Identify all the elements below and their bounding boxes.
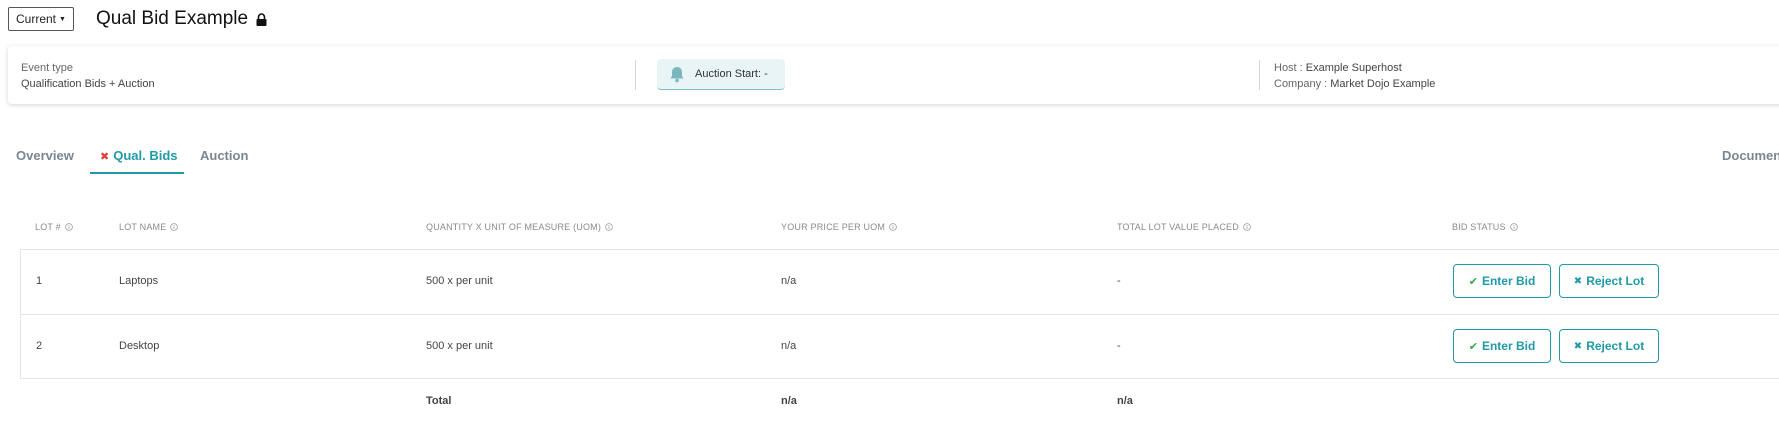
event-title: Qual Bid Example [96, 8, 267, 30]
enter-bid-button[interactable]: ✔ Enter Bid [1453, 329, 1551, 363]
column-header-quantity: QUANTITY X UNIT OF MEASURE (UOM) [426, 222, 613, 232]
info-icon[interactable] [605, 223, 613, 231]
tab-auction[interactable]: Auction [200, 148, 248, 163]
reject-lot-label: Reject Lot [1586, 274, 1645, 288]
total-value: n/a [1117, 395, 1133, 407]
lot-name: Laptops [119, 275, 159, 287]
lot-price: n/a [781, 275, 797, 287]
active-tab-indicator [90, 172, 184, 174]
info-icon[interactable] [170, 223, 179, 231]
lot-total: - [1117, 275, 1121, 287]
column-header-text: BID STATUS [1452, 222, 1506, 232]
info-icon[interactable] [889, 223, 897, 231]
company-value: Market Dojo Example [1330, 78, 1436, 90]
auction-start-badge: Auction Start: - [657, 59, 785, 90]
auction-start-label: Auction Start: - [695, 68, 768, 80]
column-header-bid-status: BID STATUS [1452, 222, 1518, 232]
event-info-card: Event type Qualification Bids + Auction … [8, 46, 1779, 104]
lot-number: 2 [36, 340, 43, 352]
tab-qual-bids-label: Qual. Bids [113, 148, 178, 163]
tab-auction-label: Auction [200, 148, 249, 163]
version-select[interactable]: Current ▼ [8, 7, 74, 31]
column-header-text: YOUR PRICE PER UOM [781, 222, 886, 232]
event-type-value: Qualification Bids + Auction [21, 78, 155, 90]
column-header-lot-name: LOT NAME [119, 222, 179, 232]
lot-quantity: 500 x per unit [426, 340, 493, 352]
host-info: Host : Example Superhost Company : Marke… [1274, 60, 1435, 92]
column-header-text: QUANTITY X UNIT OF MEASURE (UOM) [426, 222, 602, 232]
bell-icon [670, 66, 684, 82]
tab-overview[interactable]: Overview [16, 148, 74, 163]
table-row-divider [20, 249, 1779, 250]
info-icon[interactable] [1243, 223, 1251, 231]
event-type: Event type Qualification Bids + Auction [21, 60, 155, 92]
enter-bid-button[interactable]: ✔ Enter Bid [1453, 264, 1551, 298]
lot-total: - [1117, 340, 1121, 352]
tab-documents-label: Documents [1722, 148, 1779, 163]
info-icon[interactable] [65, 223, 73, 231]
reject-lot-button[interactable]: ✖ Reject Lot [1559, 329, 1659, 363]
column-header-text: TOTAL LOT VALUE PLACED [1117, 222, 1239, 232]
event-type-label: Event type [21, 62, 73, 74]
reject-lot-label: Reject Lot [1586, 339, 1645, 353]
version-select-label: Current [16, 12, 57, 26]
column-header-total: TOTAL LOT VALUE PLACED [1117, 222, 1251, 232]
table-row-divider [20, 314, 1779, 315]
check-icon: ✔ [1468, 275, 1478, 288]
event-title-text: Qual Bid Example [96, 8, 249, 29]
lot-price: n/a [781, 340, 797, 352]
enter-bid-label: Enter Bid [1481, 274, 1536, 288]
host-label: Host : [1274, 62, 1306, 74]
divider [635, 60, 636, 90]
close-icon: ✖ [1573, 340, 1583, 352]
check-icon: ✔ [1468, 340, 1478, 353]
tab-qual-bids[interactable]: ✖ Qual. Bids [100, 148, 178, 163]
column-header-text: LOT # [35, 222, 61, 232]
close-icon: ✖ [1573, 275, 1583, 287]
table-row-divider [20, 378, 1779, 379]
lot-name: Desktop [119, 340, 160, 352]
lock-icon [256, 12, 267, 26]
tab-overview-label: Overview [16, 148, 74, 163]
reject-lot-button[interactable]: ✖ Reject Lot [1559, 264, 1659, 298]
info-icon[interactable] [1509, 223, 1518, 231]
enter-bid-label: Enter Bid [1481, 339, 1536, 353]
total-label: Total [426, 395, 452, 407]
table-left-border [20, 249, 21, 379]
tab-documents[interactable]: Documents [1722, 148, 1779, 163]
total-price: n/a [781, 395, 797, 407]
column-header-text: LOT NAME [119, 222, 167, 232]
error-x-icon: ✖ [100, 151, 110, 163]
company-label: Company : [1274, 78, 1331, 90]
column-header-lot-number: LOT # [35, 222, 73, 232]
lot-number: 1 [36, 275, 43, 287]
host-value: Example Superhost [1305, 62, 1402, 74]
divider [1259, 60, 1260, 90]
caret-down-icon: ▼ [59, 15, 66, 23]
column-header-price: YOUR PRICE PER UOM [781, 222, 897, 232]
lot-quantity: 500 x per unit [426, 275, 493, 287]
page: Current ▼ Qual Bid Example Event type Qu… [0, 0, 1779, 435]
